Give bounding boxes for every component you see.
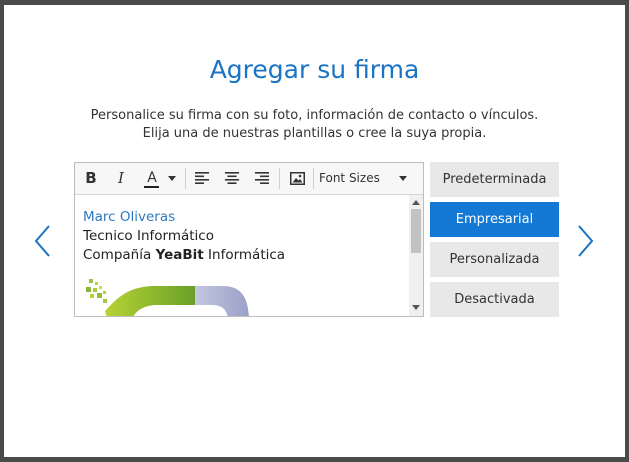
align-right-button[interactable]	[253, 167, 271, 189]
subtitle-line-1: Personalice su firma con su foto, inform…	[90, 108, 539, 123]
signature-company: Compañía YeaBit Informática	[83, 247, 285, 263]
align-left-button[interactable]	[193, 167, 211, 189]
dialog-title: Agregar su firma	[209, 55, 420, 84]
toolbar-divider	[185, 168, 186, 189]
font-sizes-label: Font Sizes	[319, 171, 380, 185]
scroll-down-arrow-icon[interactable]	[412, 305, 420, 310]
toolbar-divider	[279, 168, 280, 189]
align-left-icon	[195, 172, 209, 184]
template-desactivada-button[interactable]: Desactivada	[430, 282, 559, 317]
font-color-dropdown[interactable]	[167, 167, 177, 189]
align-right-icon	[255, 172, 269, 184]
bold-button[interactable]: B	[81, 167, 101, 189]
signature-content[interactable]: Marc Oliveras Tecnico Informático Compañ…	[75, 195, 408, 316]
image-icon	[289, 171, 305, 185]
signature-dialog: Agregar su firma Personalice su firma co…	[4, 5, 625, 457]
signature-job-title: Tecnico Informático	[83, 228, 214, 244]
font-sizes-dropdown[interactable]: Font Sizes	[319, 167, 411, 189]
next-arrow-button[interactable]	[574, 223, 596, 259]
scroll-thumb[interactable]	[411, 209, 421, 253]
toolbar-divider	[313, 168, 314, 189]
caret-down-icon	[399, 176, 407, 181]
font-color-button[interactable]: A	[141, 167, 163, 189]
chevron-right-icon	[578, 225, 594, 257]
editor-toolbar: B I A Font Sizes	[75, 163, 423, 195]
italic-button[interactable]: I	[111, 167, 131, 189]
template-predeterminada-button[interactable]: Predeterminada	[430, 162, 559, 197]
caret-down-icon	[168, 175, 176, 181]
chevron-left-icon	[34, 225, 50, 257]
subtitle-line-2: Elija una de nuestras plantillas o cree …	[142, 126, 487, 141]
company-prefix: Compañía	[83, 247, 156, 263]
font-color-label: A	[147, 170, 157, 186]
insert-image-button[interactable]	[287, 167, 307, 189]
align-center-icon	[225, 172, 239, 184]
signature-name: Marc Oliveras	[83, 209, 176, 225]
scroll-up-arrow-icon[interactable]	[412, 200, 420, 205]
template-personalizada-button[interactable]: Personalizada	[430, 242, 559, 277]
dialog-subtitle: Personalice su firma con su foto, inform…	[4, 107, 625, 143]
company-logo-image	[86, 279, 249, 316]
company-name-bold: YeaBit	[155, 247, 204, 263]
previous-arrow-button[interactable]	[32, 223, 54, 259]
signature-editor: B I A Font Sizes Marc Oliveras Tecnico I…	[74, 162, 424, 317]
company-suffix: Informática	[203, 247, 286, 263]
font-color-swatch	[144, 186, 159, 188]
align-center-button[interactable]	[223, 167, 241, 189]
vertical-scrollbar[interactable]	[409, 195, 423, 316]
template-empresarial-button[interactable]: Empresarial	[430, 202, 559, 237]
